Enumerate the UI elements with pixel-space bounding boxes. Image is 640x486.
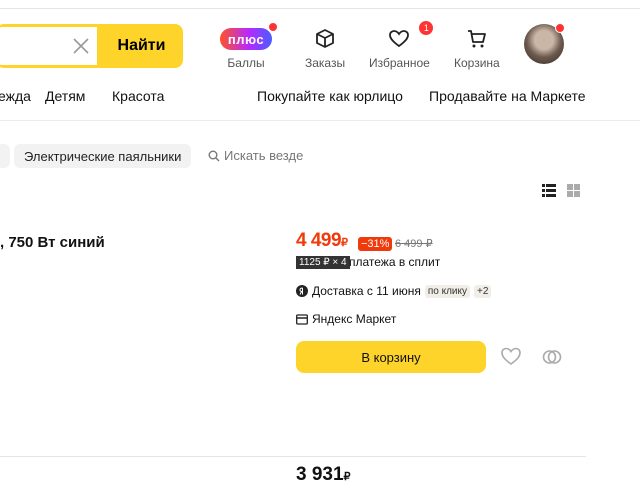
category-clothes[interactable]: ежда [0,88,31,104]
search-everywhere-link[interactable]: Искать везде [208,148,303,163]
delivery-tag[interactable]: по клику [424,284,470,298]
price-value: 4 499 [296,230,342,251]
compare-icon[interactable] [541,346,563,368]
delivery-info: Доставка с 11 июня по клику +2 [296,284,492,298]
old-price: 6 499 ₽ [395,238,433,250]
next-price-currency: ₽ [343,471,351,483]
nav-favorites[interactable]: 1 Избранное [369,20,435,70]
store-icon [296,313,308,325]
link-business-buy[interactable]: Покупайте как юрлицо [257,88,403,104]
product-title[interactable]: , 750 Вт синий [0,234,105,251]
seller-info: Яндекс Маркет [296,312,396,326]
category-beauty[interactable]: Красота [112,88,164,104]
list-view-icon[interactable] [542,184,556,197]
box-icon [316,29,334,48]
search-input-wrapper [0,27,97,65]
filter-chip-soldering-irons[interactable]: Электрические паяльники [14,144,192,168]
heart-icon [389,30,410,48]
nav-orders-label: Заказы [305,56,346,70]
plus-badge-icon: плюс [220,28,272,50]
filter-chip-prev[interactable] [0,144,10,168]
search-button[interactable]: Найти [100,24,183,68]
link-sell-on-market[interactable]: Продавайте на Маркете [429,88,586,104]
favorite-heart-icon[interactable] [500,346,522,366]
split-text[interactable]: платежа в сплит [349,255,440,269]
price-currency: ₽ [341,237,348,249]
search-input[interactable] [2,27,66,65]
product-price: 4 499₽ [296,230,348,252]
avatar-notification-dot-icon [555,23,565,33]
favorites-count-badge: 1 [418,20,435,36]
notification-dot-icon [268,22,278,32]
user-avatar[interactable] [524,23,565,64]
nav-favorites-label: Избранное [369,56,430,70]
discount-badge: −31% [358,237,393,251]
clear-search-icon[interactable] [72,37,90,55]
top-border [0,8,640,9]
nav-cart-label: Корзина [454,56,500,70]
nav-points[interactable]: плюс Баллы [220,22,278,70]
split-badge: 1125 ₽ × 4 [296,256,350,269]
category-kids[interactable]: Детям [45,88,85,104]
yandex-logo-icon [296,285,308,297]
next-price-value: 3 931 [296,464,344,485]
delivery-more-tag[interactable]: +2 [473,284,492,298]
search-icon [208,150,220,161]
search-bar: Найти [0,24,183,68]
nav-points-label: Баллы [227,56,265,70]
next-product-price: 3 931₽ [296,464,351,486]
nav-orders[interactable]: Заказы [305,24,345,70]
delivery-text: Доставка с 11 июня [312,284,421,298]
seller-name[interactable]: Яндекс Маркет [312,312,396,326]
add-to-cart-button[interactable]: В корзину [296,341,486,373]
search-everywhere-label: Искать везде [224,148,304,163]
product-divider [0,456,586,457]
header-divider [0,120,640,121]
grid-view-icon[interactable] [567,184,580,197]
cart-icon [467,30,486,48]
nav-cart[interactable]: Корзина [454,24,500,70]
